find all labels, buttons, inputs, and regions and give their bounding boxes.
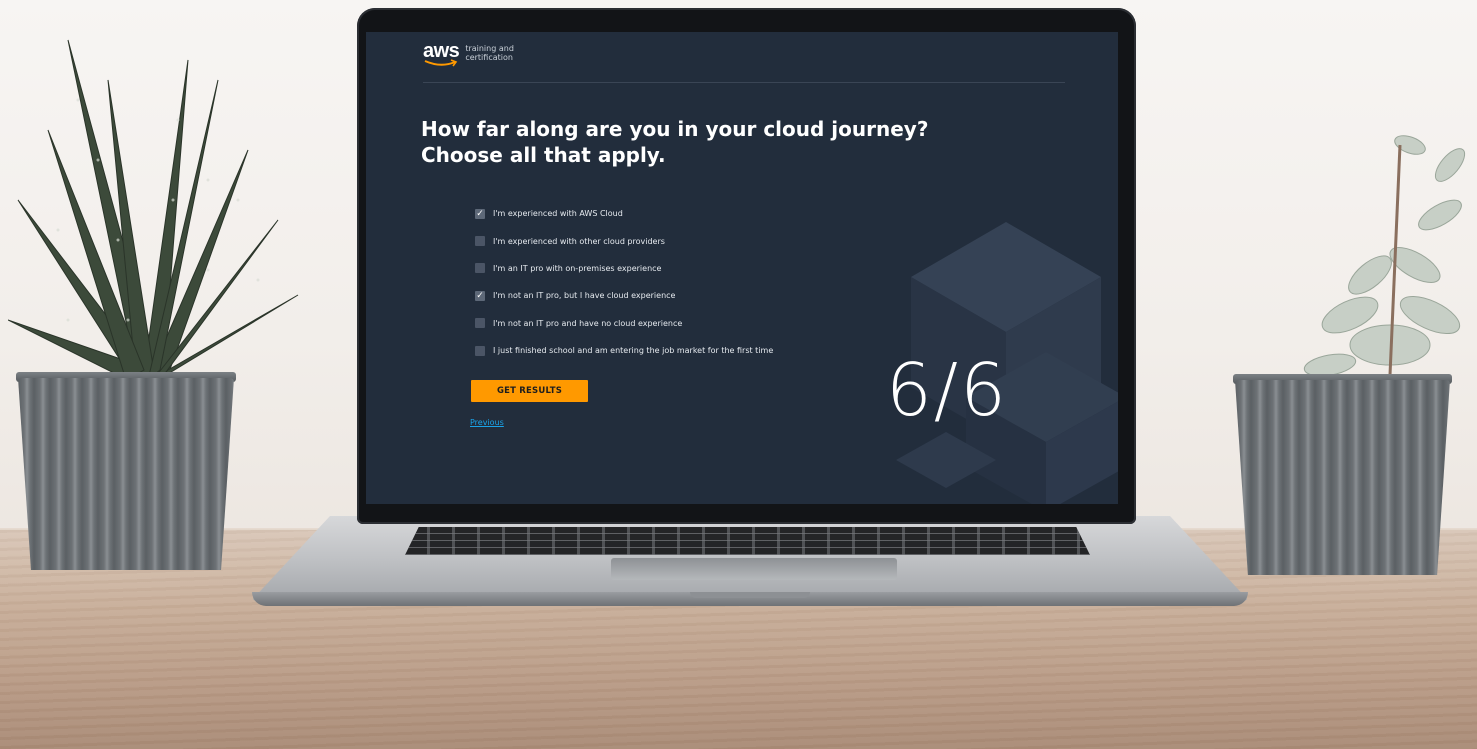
tagline-line-2: certification xyxy=(465,53,513,62)
keyboard-rows xyxy=(405,527,1090,555)
decorative-cubes-graphic xyxy=(896,222,1118,504)
option-label: I'm not an IT pro and have no cloud expe… xyxy=(493,318,683,328)
question-line-2: Choose all that apply. xyxy=(421,143,666,167)
checkbox[interactable]: ✓ xyxy=(475,290,485,301)
question-line-1: How far along are you in your cloud jour… xyxy=(421,117,929,141)
checkbox[interactable] xyxy=(475,263,485,274)
checkbox[interactable] xyxy=(475,345,485,356)
aws-wordmark: aws xyxy=(423,41,460,67)
aws-logo: aws training and certification xyxy=(423,41,514,67)
laptop-trackpad xyxy=(611,558,897,580)
answer-options-list: ✓ I'm experienced with AWS Cloud I'm exp… xyxy=(475,200,773,364)
option-row[interactable]: I'm an IT pro with on-premises experienc… xyxy=(475,255,773,282)
option-row[interactable]: ✓ I'm not an IT pro, but I have cloud ex… xyxy=(475,282,773,309)
checkbox[interactable] xyxy=(475,236,485,247)
laptop-notch xyxy=(690,592,810,598)
left-plant-illustration xyxy=(8,39,299,382)
question-title: How far along are you in your cloud jour… xyxy=(421,116,981,168)
right-plant-illustration xyxy=(1303,135,1466,377)
step-counter: 6/6 xyxy=(886,348,1008,432)
checkbox[interactable] xyxy=(475,318,485,329)
option-label: I'm experienced with AWS Cloud xyxy=(493,209,623,219)
previous-link[interactable]: Previous xyxy=(470,418,504,427)
option-row[interactable]: I just finished school and am entering t… xyxy=(475,337,773,364)
left-plant-pot xyxy=(18,378,234,570)
check-icon: ✓ xyxy=(476,208,484,219)
check-icon: ✓ xyxy=(476,290,484,301)
laptop-screen: aws training and certification How far a… xyxy=(366,32,1118,504)
header-divider xyxy=(423,82,1065,83)
option-row[interactable]: I'm experienced with other cloud provide… xyxy=(475,227,773,254)
tagline-line-1: training and xyxy=(465,44,514,53)
option-label: I'm not an IT pro, but I have cloud expe… xyxy=(493,291,676,301)
get-results-button[interactable]: GET RESULTS xyxy=(471,380,588,402)
option-label: I'm an IT pro with on-premises experienc… xyxy=(493,263,662,273)
option-row[interactable]: ✓ I'm experienced with AWS Cloud xyxy=(475,200,773,227)
option-row[interactable]: I'm not an IT pro and have no cloud expe… xyxy=(475,310,773,337)
checkbox[interactable]: ✓ xyxy=(475,208,485,219)
option-label: I just finished school and am entering t… xyxy=(493,346,774,356)
logo-tagline: training and certification xyxy=(465,44,514,62)
option-label: I'm experienced with other cloud provide… xyxy=(493,236,665,246)
smile-arrow-icon xyxy=(424,59,458,67)
right-plant-pot xyxy=(1235,380,1450,575)
